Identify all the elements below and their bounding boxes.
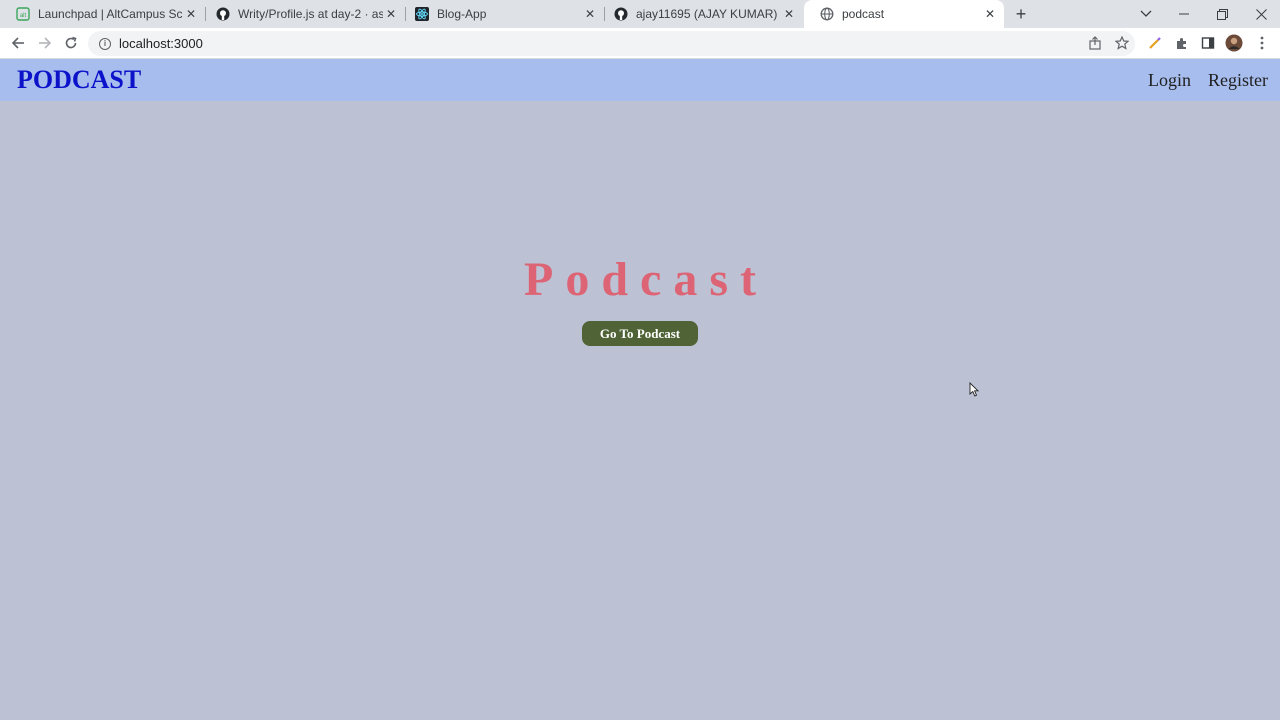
bookmark-star-icon[interactable] <box>1112 33 1132 53</box>
register-link[interactable]: Register <box>1208 70 1268 91</box>
tab-search-icon[interactable] <box>1127 0 1165 28</box>
color-picker-extension-icon[interactable] <box>1145 33 1165 53</box>
tab-podcast[interactable]: podcast ✕ <box>804 0 1004 28</box>
globe-icon <box>820 7 834 21</box>
tab-title: Launchpad | AltCampus School - <box>38 7 183 21</box>
tab-title: podcast <box>842 7 885 21</box>
side-panel-icon[interactable] <box>1198 33 1218 53</box>
tab-strip: alt Launchpad | AltCampus School - ✕ Wri… <box>0 0 1280 28</box>
share-icon[interactable] <box>1085 33 1105 53</box>
tab-writy-profile[interactable]: Writy/Profile.js at day-2 · asvindr ✕ <box>200 0 405 28</box>
react-icon <box>415 7 429 21</box>
page-content: PODCAST Login Register Podcast Go To Pod… <box>0 59 1280 720</box>
forward-icon[interactable] <box>35 33 55 53</box>
tab-title: ajay11695 (AJAY KUMAR) <box>636 7 778 21</box>
extensions-puzzle-icon[interactable] <box>1172 33 1192 53</box>
tab-title: Writy/Profile.js at day-2 · asvindr <box>238 7 383 21</box>
new-tab-button[interactable]: + <box>1011 4 1031 24</box>
altcampus-icon: alt <box>16 7 30 21</box>
close-tab-icon[interactable]: ✕ <box>982 6 998 22</box>
site-logo[interactable]: PODCAST <box>17 65 141 95</box>
tab-blog-app[interactable]: Blog-App ✕ <box>399 0 604 28</box>
close-window-icon[interactable] <box>1242 0 1280 28</box>
browser-menu-icon[interactable] <box>1252 33 1272 53</box>
reload-icon[interactable] <box>61 33 81 53</box>
url-text[interactable]: localhost:3000 <box>119 36 203 51</box>
github-icon <box>614 7 628 21</box>
minimize-icon[interactable] <box>1165 0 1203 28</box>
tab-github-profile[interactable]: ajay11695 (AJAY KUMAR) ✕ <box>598 0 803 28</box>
back-icon[interactable] <box>8 33 28 53</box>
restore-icon[interactable] <box>1203 0 1241 28</box>
tab-launchpad[interactable]: alt Launchpad | AltCampus School - ✕ <box>0 0 205 28</box>
address-bar[interactable]: i localhost:3000 <box>88 31 1135 56</box>
github-icon <box>216 7 230 21</box>
svg-text:alt: alt <box>20 13 27 19</box>
login-link[interactable]: Login <box>1148 70 1191 91</box>
close-tab-icon[interactable]: ✕ <box>383 6 399 22</box>
site-header: PODCAST Login Register <box>0 59 1280 101</box>
browser-toolbar: i localhost:3000 <box>0 28 1280 59</box>
profile-avatar[interactable] <box>1224 33 1244 53</box>
close-tab-icon[interactable]: ✕ <box>183 6 199 22</box>
go-to-podcast-button[interactable]: Go To Podcast <box>582 321 698 346</box>
close-tab-icon[interactable]: ✕ <box>781 6 797 22</box>
mouse-cursor-icon <box>969 381 980 402</box>
site-info-icon[interactable]: i <box>99 37 111 50</box>
close-tab-icon[interactable]: ✕ <box>582 6 598 22</box>
tab-title: Blog-App <box>437 7 487 21</box>
hero-title: Podcast <box>524 253 768 306</box>
